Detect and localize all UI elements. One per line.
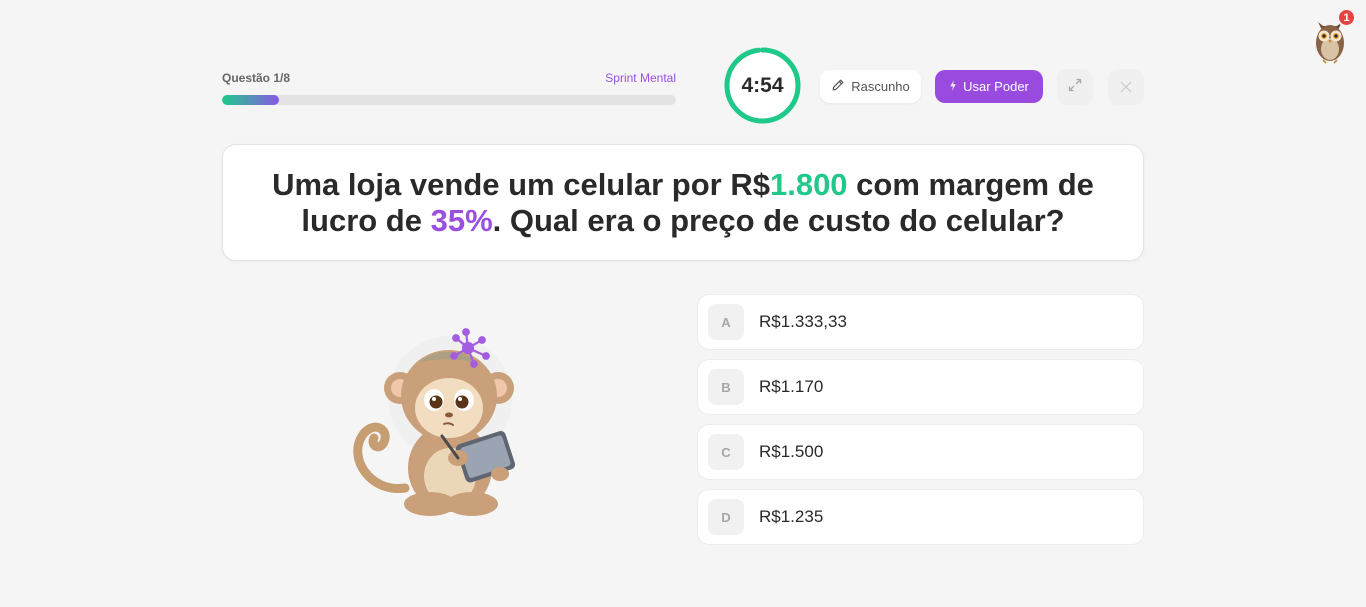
option-letter: B [708, 369, 744, 405]
option-text: R$1.333,33 [759, 312, 847, 331]
option-text: R$1.170 [759, 377, 824, 396]
pencil-icon [831, 78, 845, 95]
progress-block: Questão 1/8 Sprint Mental [222, 70, 676, 105]
notification-badge: 1 [1337, 8, 1356, 27]
answer-option-a[interactable]: A R$1.333,33 [697, 294, 1144, 350]
expand-icon [1068, 78, 1082, 97]
progress-bar [222, 95, 676, 105]
question-percent-highlight: 35% [430, 202, 493, 238]
lightning-icon [949, 79, 957, 94]
game-mode-label: Sprint Mental [605, 71, 676, 85]
countdown-timer: 4:54 [724, 47, 801, 124]
answer-option-b[interactable]: B R$1.170 [697, 359, 1144, 415]
use-power-label: Usar Poder [963, 79, 1029, 94]
draft-button-label: Rascunho [851, 79, 910, 94]
use-power-button[interactable]: Usar Poder [935, 70, 1043, 103]
option-letter: A [708, 304, 744, 340]
close-icon [1120, 77, 1132, 98]
answer-option-d[interactable]: D R$1.235 [697, 489, 1144, 545]
fullscreen-button[interactable] [1057, 69, 1093, 105]
question-card: Uma loja vende um celular por R$1.800 co… [222, 144, 1144, 261]
option-text: R$1.235 [759, 507, 824, 526]
question-text: Uma loja vende um celular por R$1.800 co… [253, 167, 1113, 239]
monkey-mascot-illustration [350, 318, 540, 524]
option-letter: C [708, 434, 744, 470]
question-price-highlight: 1.800 [769, 166, 848, 202]
question-text-part: Uma loja vende um celular por R$ [272, 166, 770, 202]
owl-avatar[interactable]: 1 [1310, 8, 1356, 64]
progress-bar-fill [222, 95, 279, 105]
answer-option-c[interactable]: C R$1.500 [697, 424, 1144, 480]
question-counter: Questão 1/8 [222, 71, 291, 85]
option-letter: D [708, 499, 744, 535]
close-button[interactable] [1108, 69, 1144, 105]
option-text: R$1.500 [759, 442, 824, 461]
progress-labels: Questão 1/8 Sprint Mental [222, 70, 676, 86]
draft-button[interactable]: Rascunho [820, 70, 921, 103]
timer-value: 4:54 [741, 73, 784, 97]
question-text-part: . Qual era o preço de custo do celular? [492, 202, 1065, 238]
